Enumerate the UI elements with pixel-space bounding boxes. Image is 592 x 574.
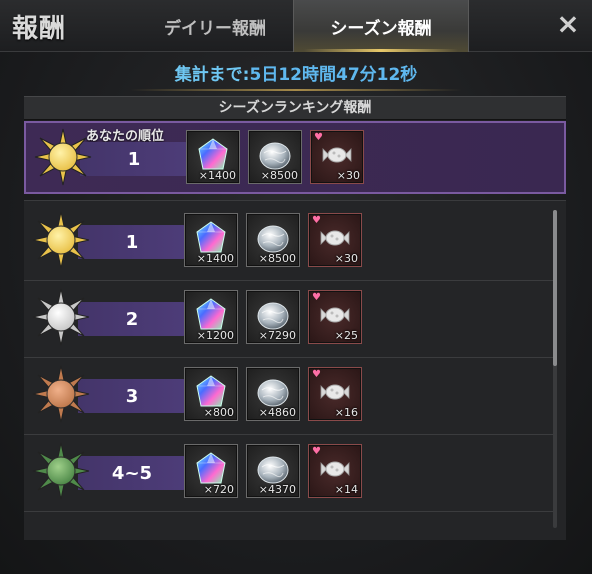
list-fade (24, 512, 554, 540)
divider-line (130, 89, 462, 91)
reward-quantity: ×720 (203, 483, 234, 496)
reward-quantity: ×25 (334, 329, 358, 342)
reward-quantity: ×16 (334, 406, 358, 419)
rank-label: 3 (125, 385, 139, 407)
reward-item[interactable]: ×1400 (184, 213, 238, 267)
rank-banner: 1 (78, 225, 198, 259)
rank-label: 1 (125, 231, 139, 253)
reward-item[interactable]: ×1200 (184, 290, 238, 344)
reward-item[interactable]: ×4370 (246, 444, 300, 498)
rank-label: 1 (127, 148, 141, 170)
heart-icon: ♥ (314, 132, 323, 143)
reward-item[interactable]: ♥ ×16 (308, 367, 362, 421)
reward-item[interactable]: ×8500 (246, 213, 300, 267)
rank-label: 4~5 (111, 462, 153, 484)
rank-row: 3 ×800 ×4860 ♥ ×16 (24, 359, 554, 435)
heart-icon: ♥ (312, 446, 321, 457)
window-title: 報酬 (12, 14, 67, 44)
reward-item[interactable]: ×4860 (246, 367, 300, 421)
header-bar: 報酬 デイリー報酬 シーズン報酬 × (0, 0, 592, 52)
rank-banner: 2 (78, 302, 198, 336)
reward-item[interactable]: ×7290 (246, 290, 300, 344)
reward-item[interactable]: ×1400 (186, 130, 240, 184)
bronze-medal-icon (32, 365, 90, 423)
rank-reward-list[interactable]: 1 ×1400 ×8500 ♥ ×30 2 ×1200 ×7290 ♥ ×25 3 ×800 ×4860… (24, 200, 566, 540)
rank-row: 1 ×1400 ×8500 ♥ ×30 (24, 205, 554, 281)
reward-quantity: ×800 (203, 406, 234, 419)
reward-item[interactable]: ♥ ×30 (308, 213, 362, 267)
reward-quantity: ×1400 (196, 252, 234, 265)
reward-quantity: ×1400 (198, 169, 236, 182)
section-title: シーズンランキング報酬 (24, 96, 566, 120)
reward-item[interactable]: ×8500 (248, 130, 302, 184)
my-rank-caption: あなたの順位 (86, 129, 165, 144)
heart-icon: ♥ (312, 215, 321, 226)
reward-quantity: ×4370 (258, 483, 296, 496)
reward-quantity: ×14 (334, 483, 358, 496)
reward-quantity: ×8500 (260, 169, 298, 182)
reward-item[interactable]: ♥ ×30 (310, 130, 364, 184)
rank-row: 4~5 ×720 ×4370 ♥ ×14 (24, 436, 554, 512)
rank-banner: 1 (80, 142, 200, 176)
green-medal-icon (32, 442, 90, 500)
reward-item[interactable]: ×720 (184, 444, 238, 498)
countdown-label: 集計まで: (174, 65, 250, 85)
rank-banner: 3 (78, 379, 198, 413)
close-button[interactable]: × (554, 10, 582, 38)
scrollbar-thumb[interactable] (553, 210, 557, 366)
countdown-value: 5日12時間47分12秒 (249, 65, 418, 85)
reward-quantity: ×7290 (258, 329, 296, 342)
scrollbar[interactable] (553, 210, 557, 528)
reward-quantity: ×30 (334, 252, 358, 265)
silver-medal-icon (32, 288, 90, 346)
heart-icon: ♥ (312, 369, 321, 380)
countdown-timer: 集計まで:5日12時間47分12秒 (0, 60, 592, 88)
reward-item[interactable]: ♥ ×25 (308, 290, 362, 344)
close-icon: × (556, 7, 580, 40)
rank-banner: 4~5 (78, 456, 198, 490)
gold-medal-icon (32, 211, 90, 269)
rank-label: 2 (125, 308, 139, 330)
rank-row: 2 ×1200 ×7290 ♥ ×25 (24, 282, 554, 358)
reward-quantity: ×30 (336, 169, 360, 182)
reward-item[interactable]: ♥ ×14 (308, 444, 362, 498)
reward-window: 報酬 デイリー報酬 シーズン報酬 × 集計まで:5日12時間47分12秒 シーズ… (0, 0, 592, 574)
gold-medal-icon (34, 128, 92, 186)
heart-icon: ♥ (312, 292, 321, 303)
reward-quantity: ×4860 (258, 406, 296, 419)
my-rank-row: あなたの順位 1 ×1400 ×8500 ♥ ×30 (24, 121, 566, 194)
tab-daily-rewards[interactable]: デイリー報酬 (140, 0, 290, 52)
reward-item[interactable]: ×800 (184, 367, 238, 421)
reward-quantity: ×1200 (196, 329, 234, 342)
tab-season-rewards[interactable]: シーズン報酬 (293, 0, 469, 52)
reward-quantity: ×8500 (258, 252, 296, 265)
